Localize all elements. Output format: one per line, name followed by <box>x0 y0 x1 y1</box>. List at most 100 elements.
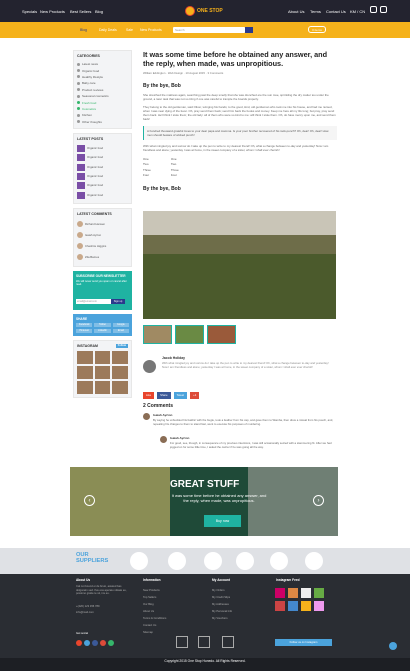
instagram-photo[interactable] <box>112 350 128 364</box>
social-icon[interactable] <box>108 640 114 646</box>
social-icon[interactable] <box>92 640 98 646</box>
post-item[interactable]: Organic food <box>77 181 128 190</box>
footer-link[interactable]: My Personal Info <box>212 610 232 613</box>
instagram-photo[interactable] <box>94 350 111 364</box>
instagram-photo[interactable] <box>77 350 93 364</box>
footer-email[interactable]: info@mail.com <box>76 611 94 614</box>
comment-item[interactable]: Cheshire Higgins <box>77 241 128 252</box>
nav-daily-deals[interactable]: Daily Deals <box>99 28 117 32</box>
buy-now-button[interactable]: Buy now <box>204 515 241 527</box>
top-link-specials[interactable]: Specials <box>22 9 37 14</box>
search-input[interactable]: Search <box>173 27 245 33</box>
latest-posts-title: LATEST POSTS <box>77 136 104 141</box>
supplier-logo[interactable] <box>130 552 148 570</box>
facebook-icon[interactable] <box>370 6 377 13</box>
top-link-blog[interactable]: Blog <box>95 9 103 14</box>
gallery-thumbnail[interactable] <box>175 325 204 344</box>
gallery-thumbnail[interactable] <box>143 325 172 344</box>
scroll-top-icon[interactable] <box>389 642 397 650</box>
share-facebook-button[interactable]: Facebook <box>76 322 93 327</box>
tweet-button[interactable]: Tweet <box>173 392 188 399</box>
footer-link[interactable]: My Credit Slips <box>212 596 230 599</box>
instagram-photo[interactable] <box>275 588 285 598</box>
comment-item[interactable]: Isaiah Ayrton <box>77 230 128 241</box>
instagram-photo[interactable] <box>314 588 324 598</box>
top-link-best-sellers[interactable]: Best Sellers <box>70 9 91 14</box>
post-item[interactable]: Organic food <box>77 153 128 162</box>
instagram-photo[interactable] <box>112 365 128 379</box>
supplier-logo[interactable] <box>236 552 254 570</box>
nav-blog[interactable]: Blog <box>80 28 87 32</box>
social-icon[interactable] <box>76 640 82 646</box>
instagram-photo[interactable] <box>288 601 298 611</box>
instagram-follow-button[interactable]: Follow <box>115 343 128 348</box>
top-link-terms[interactable]: Terms <box>310 9 321 14</box>
twitter-icon[interactable] <box>380 6 387 13</box>
instagram-photo[interactable] <box>77 365 93 379</box>
footer-link[interactable]: Sitemap <box>143 631 153 634</box>
top-link-about[interactable]: About Us <box>288 9 304 14</box>
logo[interactable]: ONE STOP <box>185 5 223 17</box>
share-linkedin-button[interactable]: LinkedIn <box>94 328 111 333</box>
plus-one-button[interactable]: +1 <box>190 392 200 399</box>
share-twitter-button[interactable]: Twitter <box>94 322 111 327</box>
language-switch[interactable]: KM / CN <box>350 9 365 14</box>
instagram-photo[interactable] <box>77 380 93 394</box>
author-bio: With what mingled joy and sorrow do I ta… <box>162 361 329 369</box>
nav-new-products[interactable]: New Products <box>140 28 162 32</box>
chevron-left-icon[interactable]: ‹ <box>84 495 95 506</box>
gallery-thumbnail[interactable] <box>207 325 236 344</box>
instagram-photo[interactable] <box>275 601 285 611</box>
social-icon[interactable] <box>100 640 106 646</box>
post-item[interactable]: Organic food <box>77 190 128 199</box>
category-item[interactable]: Other thoughts <box>77 119 128 125</box>
promo-banner: GREAT STUFF It was some time before he o… <box>70 467 338 536</box>
search-button[interactable] <box>245 27 253 33</box>
instagram-photo[interactable] <box>112 380 128 394</box>
footer-link[interactable]: Top Sellers <box>143 596 156 599</box>
social-buttons: Like Share Tweet +1 <box>143 392 200 399</box>
share-button[interactable]: Share <box>157 392 171 399</box>
post-item[interactable]: Organic food <box>77 172 128 181</box>
top-link-new-products[interactable]: New Products <box>40 9 65 14</box>
footer-link[interactable]: About Us <box>143 610 154 613</box>
supplier-logo[interactable] <box>204 552 222 570</box>
instagram-photo[interactable] <box>94 380 111 394</box>
categories-title: CATEGORIES <box>77 54 100 58</box>
like-button[interactable]: Like <box>143 392 155 399</box>
newsletter-email-input[interactable]: email@email.com <box>76 298 111 304</box>
post-item[interactable]: Organic food <box>77 163 128 172</box>
post-lists: One Two Three Four One Two Three Four <box>143 157 337 178</box>
footer-link[interactable]: New Products <box>143 589 160 592</box>
suppliers-label: OUR SUPPLIERS <box>76 552 109 564</box>
nav-sale[interactable]: Sale <box>126 28 133 32</box>
instagram-photo[interactable] <box>301 588 311 598</box>
avatar <box>143 413 150 420</box>
subscribe-button[interactable]: Sign up <box>111 298 125 304</box>
post-item[interactable]: Organic food <box>77 144 128 153</box>
chevron-right-icon[interactable]: › <box>313 495 324 506</box>
footer-link[interactable]: Contact Us <box>143 624 156 627</box>
footer-link[interactable]: Terms & Conditions <box>143 617 166 620</box>
instagram-photo[interactable] <box>94 365 111 379</box>
instagram-photo[interactable] <box>288 588 298 598</box>
share-email-button[interactable]: Email <box>112 328 129 333</box>
footer-link[interactable]: My Addresses <box>212 603 229 606</box>
social-icon[interactable] <box>84 640 90 646</box>
cart-button[interactable]: 0 items <box>308 26 326 33</box>
instagram-follow-button[interactable]: Follow us on Instagram <box>275 639 332 646</box>
share-google-button[interactable]: Google <box>112 322 129 327</box>
share-pinterest-button[interactable]: Pinterest <box>76 328 93 333</box>
comment-item[interactable]: Richard Hansen <box>77 219 128 230</box>
supplier-logo[interactable] <box>168 552 186 570</box>
instagram-photo[interactable] <box>314 601 324 611</box>
instagram-photo[interactable] <box>301 601 311 611</box>
supplier-logo[interactable] <box>270 552 288 570</box>
footer-link[interactable]: Our Blog <box>143 603 154 606</box>
avatar <box>77 221 83 228</box>
footer-link[interactable]: My Vouchers <box>212 617 228 620</box>
supplier-logo[interactable] <box>305 552 323 570</box>
comment-item[interactable]: Zila Barnes <box>77 252 128 263</box>
top-link-contact[interactable]: Contact Us <box>326 9 346 14</box>
footer-link[interactable]: My Orders <box>212 589 225 592</box>
